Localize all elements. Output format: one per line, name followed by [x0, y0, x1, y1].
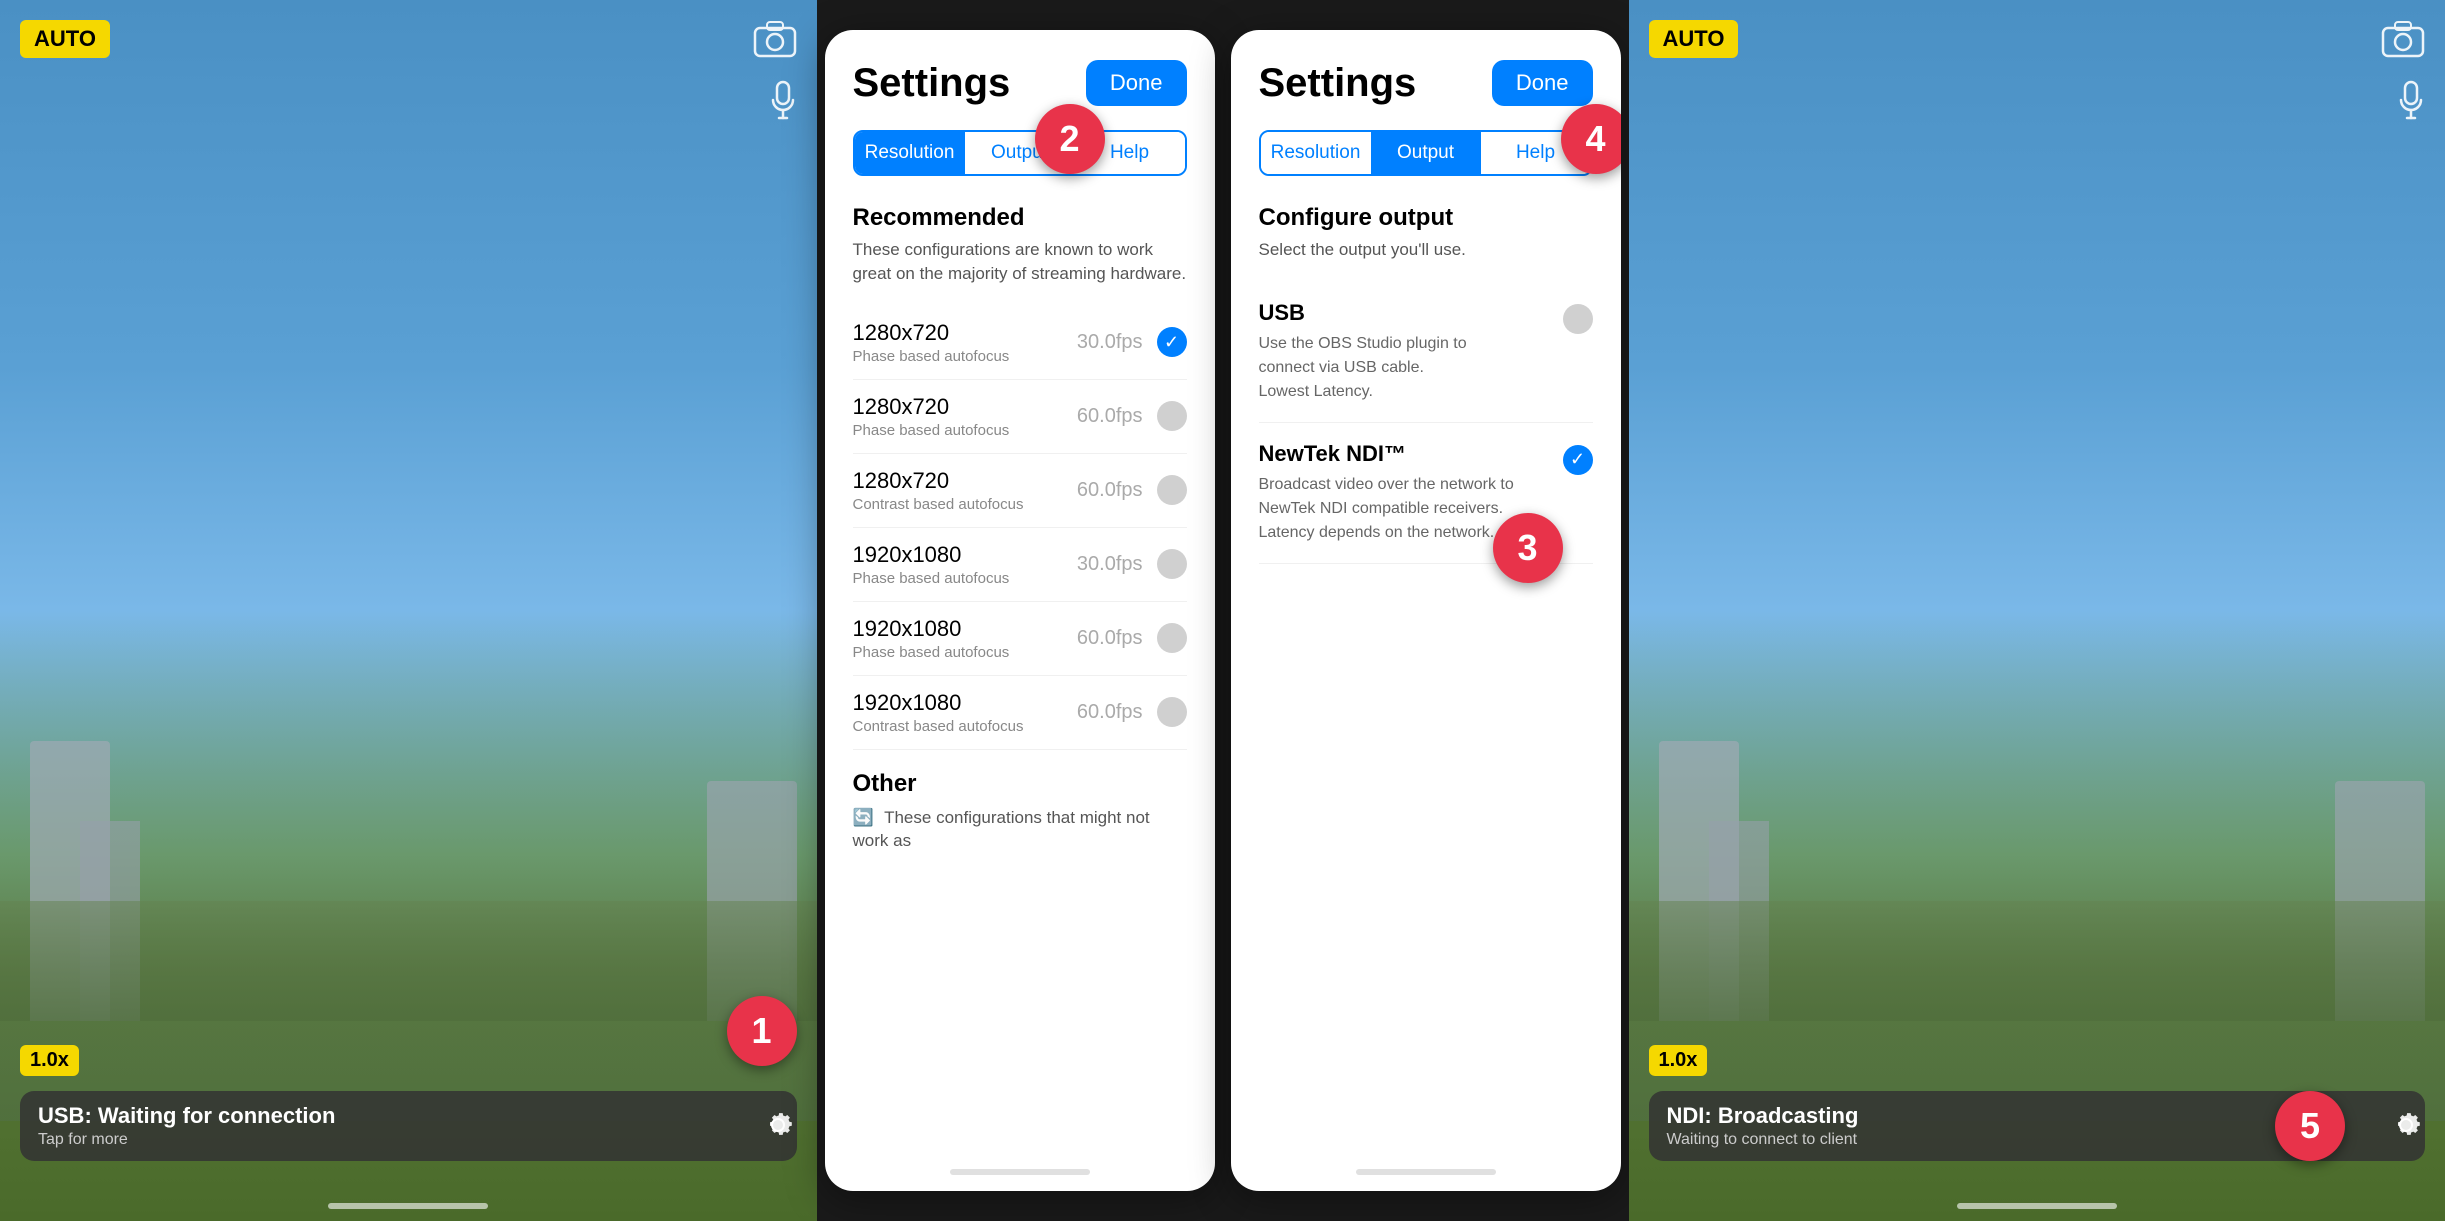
- home-indicator-right: [1957, 1203, 2117, 1209]
- top-bar-left: AUTO: [0, 0, 817, 67]
- other-section: Other 🔄 These configurations that might …: [853, 770, 1187, 854]
- status-bar-left[interactable]: USB: Waiting for connection Tap for more: [20, 1091, 797, 1161]
- tab-output-right[interactable]: Output: [1371, 132, 1481, 174]
- fps-4: 60.0fps: [1077, 627, 1143, 650]
- res-sub-1: Phase based autofocus: [853, 422, 1010, 439]
- resolution-row-4[interactable]: 1920x1080 Phase based autofocus 60.0fps: [853, 602, 1187, 676]
- tab-resolution-left[interactable]: Resolution: [855, 132, 965, 174]
- res-sub-5: Contrast based autofocus: [853, 718, 1024, 735]
- fps-2: 60.0fps: [1077, 479, 1143, 502]
- step-badge-3: 3: [1493, 513, 1563, 583]
- camera-icon-left[interactable]: [753, 20, 797, 67]
- fps-3: 30.0fps: [1077, 553, 1143, 576]
- radio-3[interactable]: [1157, 549, 1187, 579]
- status-title-left: USB: Waiting for connection: [38, 1103, 779, 1129]
- settings-panel-right: 4 Settings Done Resolution Output Help C…: [1231, 30, 1621, 1191]
- fps-0: 30.0fps: [1077, 331, 1143, 354]
- done-button-right[interactable]: Done: [1492, 60, 1593, 106]
- gear-btn-right[interactable]: [2387, 1106, 2425, 1153]
- resolution-row-1[interactable]: 1280x720 Phase based autofocus 60.0fps: [853, 380, 1187, 454]
- res-sub-4: Phase based autofocus: [853, 644, 1010, 661]
- other-title: Other: [853, 770, 1187, 798]
- settings-title-left: Settings: [853, 61, 1011, 106]
- phone-screen-right: AUTO 1.0x NDI: Broadcasting Waiting to c…: [1629, 0, 2445, 1221]
- ndi-radio[interactable]: ✓: [1563, 445, 1593, 475]
- zoom-badge-right[interactable]: 1.0x: [1649, 1045, 1708, 1076]
- configure-desc: Select the output you'll use.: [1259, 238, 1593, 262]
- output-ndi[interactable]: 3 NewTek NDI™ Broadcast video over the n…: [1259, 423, 1593, 564]
- status-sub-left: Tap for more: [38, 1131, 779, 1149]
- res-name-5: 1920x1080: [853, 690, 1024, 716]
- res-name-4: 1920x1080: [853, 616, 1010, 642]
- res-sub-2: Contrast based autofocus: [853, 496, 1024, 513]
- resolution-row-5[interactable]: 1920x1080 Contrast based autofocus 60.0f…: [853, 676, 1187, 750]
- step-badge-5: 5: [2275, 1091, 2345, 1161]
- radio-4[interactable]: [1157, 623, 1187, 653]
- fps-5: 60.0fps: [1077, 701, 1143, 724]
- output-usb[interactable]: USB Use the OBS Studio plugin to connect…: [1259, 282, 1593, 423]
- auto-badge-left: AUTO: [20, 20, 110, 58]
- resolution-row-2[interactable]: 1280x720 Contrast based autofocus 60.0fp…: [853, 454, 1187, 528]
- done-button-left[interactable]: Done: [1086, 60, 1187, 106]
- recommended-title: Recommended: [853, 204, 1187, 232]
- radio-1[interactable]: [1157, 401, 1187, 431]
- res-name-0: 1280x720: [853, 320, 1010, 346]
- zoom-badge-left[interactable]: 1.0x: [20, 1045, 79, 1076]
- tab-resolution-right[interactable]: Resolution: [1261, 132, 1371, 174]
- top-bar-right: AUTO: [1629, 0, 2445, 67]
- home-indicator-left: [328, 1203, 488, 1209]
- fps-1: 60.0fps: [1077, 405, 1143, 428]
- other-desc: 🔄 These configurations that might not wo…: [853, 806, 1187, 854]
- camera-icon-right[interactable]: [2381, 20, 2425, 67]
- radio-2[interactable]: [1157, 475, 1187, 505]
- mic-icon-left[interactable]: [769, 80, 797, 129]
- radio-0[interactable]: ✓: [1157, 327, 1187, 357]
- phone-screen-left: AUTO 1.0x USB: Waiting for connection Ta…: [0, 0, 817, 1221]
- resolution-row-3[interactable]: 1920x1080 Phase based autofocus 30.0fps: [853, 528, 1187, 602]
- step-badge-2: 2: [1035, 104, 1105, 174]
- usb-radio[interactable]: [1563, 304, 1593, 334]
- res-sub-3: Phase based autofocus: [853, 570, 1010, 587]
- res-sub-0: Phase based autofocus: [853, 348, 1010, 365]
- usb-desc: Use the OBS Studio plugin to connect via…: [1259, 332, 1517, 404]
- radio-5[interactable]: [1157, 697, 1187, 727]
- step-badge-1: 1: [727, 996, 797, 1066]
- tabs-right: Resolution Output Help: [1259, 130, 1593, 176]
- ndi-desc: Broadcast video over the network to NewT…: [1259, 473, 1517, 545]
- settings-panel-left: 2 Settings Done Resolution Output Help R…: [825, 30, 1215, 1191]
- settings-title-right: Settings: [1259, 61, 1417, 106]
- auto-badge-right: AUTO: [1649, 20, 1739, 58]
- recommended-desc: These configurations are known to work g…: [853, 238, 1187, 286]
- ndi-name: NewTek NDI™: [1259, 441, 1563, 467]
- settings-header-right: Settings Done: [1259, 60, 1593, 106]
- configure-title: Configure output: [1259, 204, 1593, 232]
- res-name-2: 1280x720: [853, 468, 1024, 494]
- usb-name: USB: [1259, 300, 1563, 326]
- tabs-left: Resolution Output Help: [853, 130, 1187, 176]
- gear-btn-left[interactable]: [759, 1106, 797, 1153]
- mic-icon-right[interactable]: [2397, 80, 2425, 129]
- settings-header-left: Settings Done: [853, 60, 1187, 106]
- res-name-1: 1280x720: [853, 394, 1010, 420]
- res-name-3: 1920x1080: [853, 542, 1010, 568]
- resolution-row-0[interactable]: 1280x720 Phase based autofocus 30.0fps ✓: [853, 306, 1187, 380]
